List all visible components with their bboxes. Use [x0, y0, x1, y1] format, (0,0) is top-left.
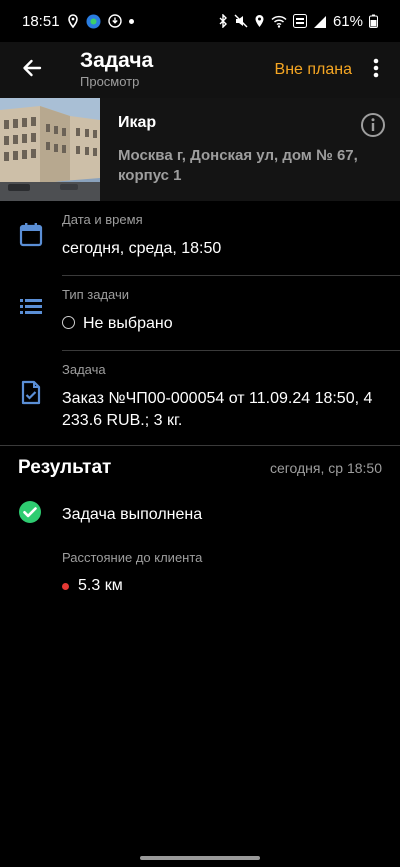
status-bar: 18:51 61%	[0, 0, 400, 42]
distance-label: Расстояние до клиента	[62, 550, 203, 565]
distance-value: 5.3 км	[78, 577, 123, 594]
client-address: Москва г, Донская ул, дом № 67, корпус 1	[118, 147, 358, 184]
location-pin-icon	[67, 14, 79, 28]
result-time: сегодня, ср 18:50	[269, 460, 382, 476]
task-type-label: Тип задачи	[62, 287, 130, 302]
arrow-left-icon	[22, 58, 42, 83]
datetime-value: сегодня, среда, 18:50	[62, 240, 222, 257]
back-button[interactable]	[0, 42, 64, 98]
calendar-icon	[19, 222, 43, 274]
result-title: Результат	[18, 457, 112, 478]
title-group: Задача Просмотр	[80, 49, 153, 91]
gps-icon	[254, 14, 265, 28]
page-title: Задача	[80, 49, 154, 72]
bluetooth-icon	[218, 14, 228, 28]
client-photo	[0, 98, 100, 201]
divider	[62, 275, 400, 276]
mute-icon	[234, 14, 248, 28]
info-icon	[360, 113, 386, 142]
more-menu-button[interactable]	[352, 42, 400, 98]
notification-dot-icon	[128, 18, 134, 24]
document-check-icon	[21, 380, 41, 442]
result-header: Результат сегодня, ср 18:50	[18, 457, 382, 479]
client-info-button[interactable]	[360, 112, 386, 138]
distance-status-dot	[62, 582, 69, 590]
battery-charging-icon	[369, 14, 378, 28]
maps-app-icon	[86, 14, 101, 29]
battery-percent: 61%	[332, 12, 363, 30]
task-type-value: Не выбрано	[83, 315, 173, 332]
status-time: 18:51	[22, 12, 60, 30]
app-bar: Задача Просмотр Вне плана	[0, 42, 400, 98]
check-circle-icon	[18, 500, 42, 529]
result-status-text: Задача выполнена	[62, 505, 203, 523]
section-divider	[0, 445, 400, 446]
page-subtitle: Просмотр	[80, 74, 140, 89]
datetime-label: Дата и время	[62, 212, 143, 227]
list-icon	[20, 297, 42, 349]
result-status: Задача выполнена	[18, 500, 202, 529]
download-icon	[107, 14, 122, 28]
wifi-icon	[271, 15, 287, 28]
off-plan-button[interactable]: Вне плана	[275, 55, 352, 85]
datetime-row[interactable]: Дата и время сегодня, среда, 18:50	[0, 212, 400, 274]
divider	[62, 350, 400, 351]
task-label: Задача	[62, 362, 106, 377]
client-card[interactable]: Икар Москва г, Донская ул, дом № 67, кор…	[0, 98, 400, 201]
distance-row: 5.3 км	[62, 577, 123, 595]
task-type-row[interactable]: Тип задачи Не выбрано	[0, 287, 400, 349]
more-vertical-icon	[373, 58, 379, 83]
volte-icon	[292, 14, 307, 28]
signal-icon	[313, 15, 327, 28]
client-name: Икар	[118, 114, 157, 131]
home-indicator[interactable]	[140, 856, 260, 860]
client-info: Икар Москва г, Донская ул, дом № 67, кор…	[100, 98, 400, 201]
radio-empty-icon[interactable]	[62, 316, 75, 330]
task-row[interactable]: Задача Заказ №ЧП00-000054 от 11.09.24 18…	[0, 362, 400, 442]
task-value: Заказ №ЧП00-000054 от 11.09.24 18:50, 4 …	[62, 390, 373, 429]
